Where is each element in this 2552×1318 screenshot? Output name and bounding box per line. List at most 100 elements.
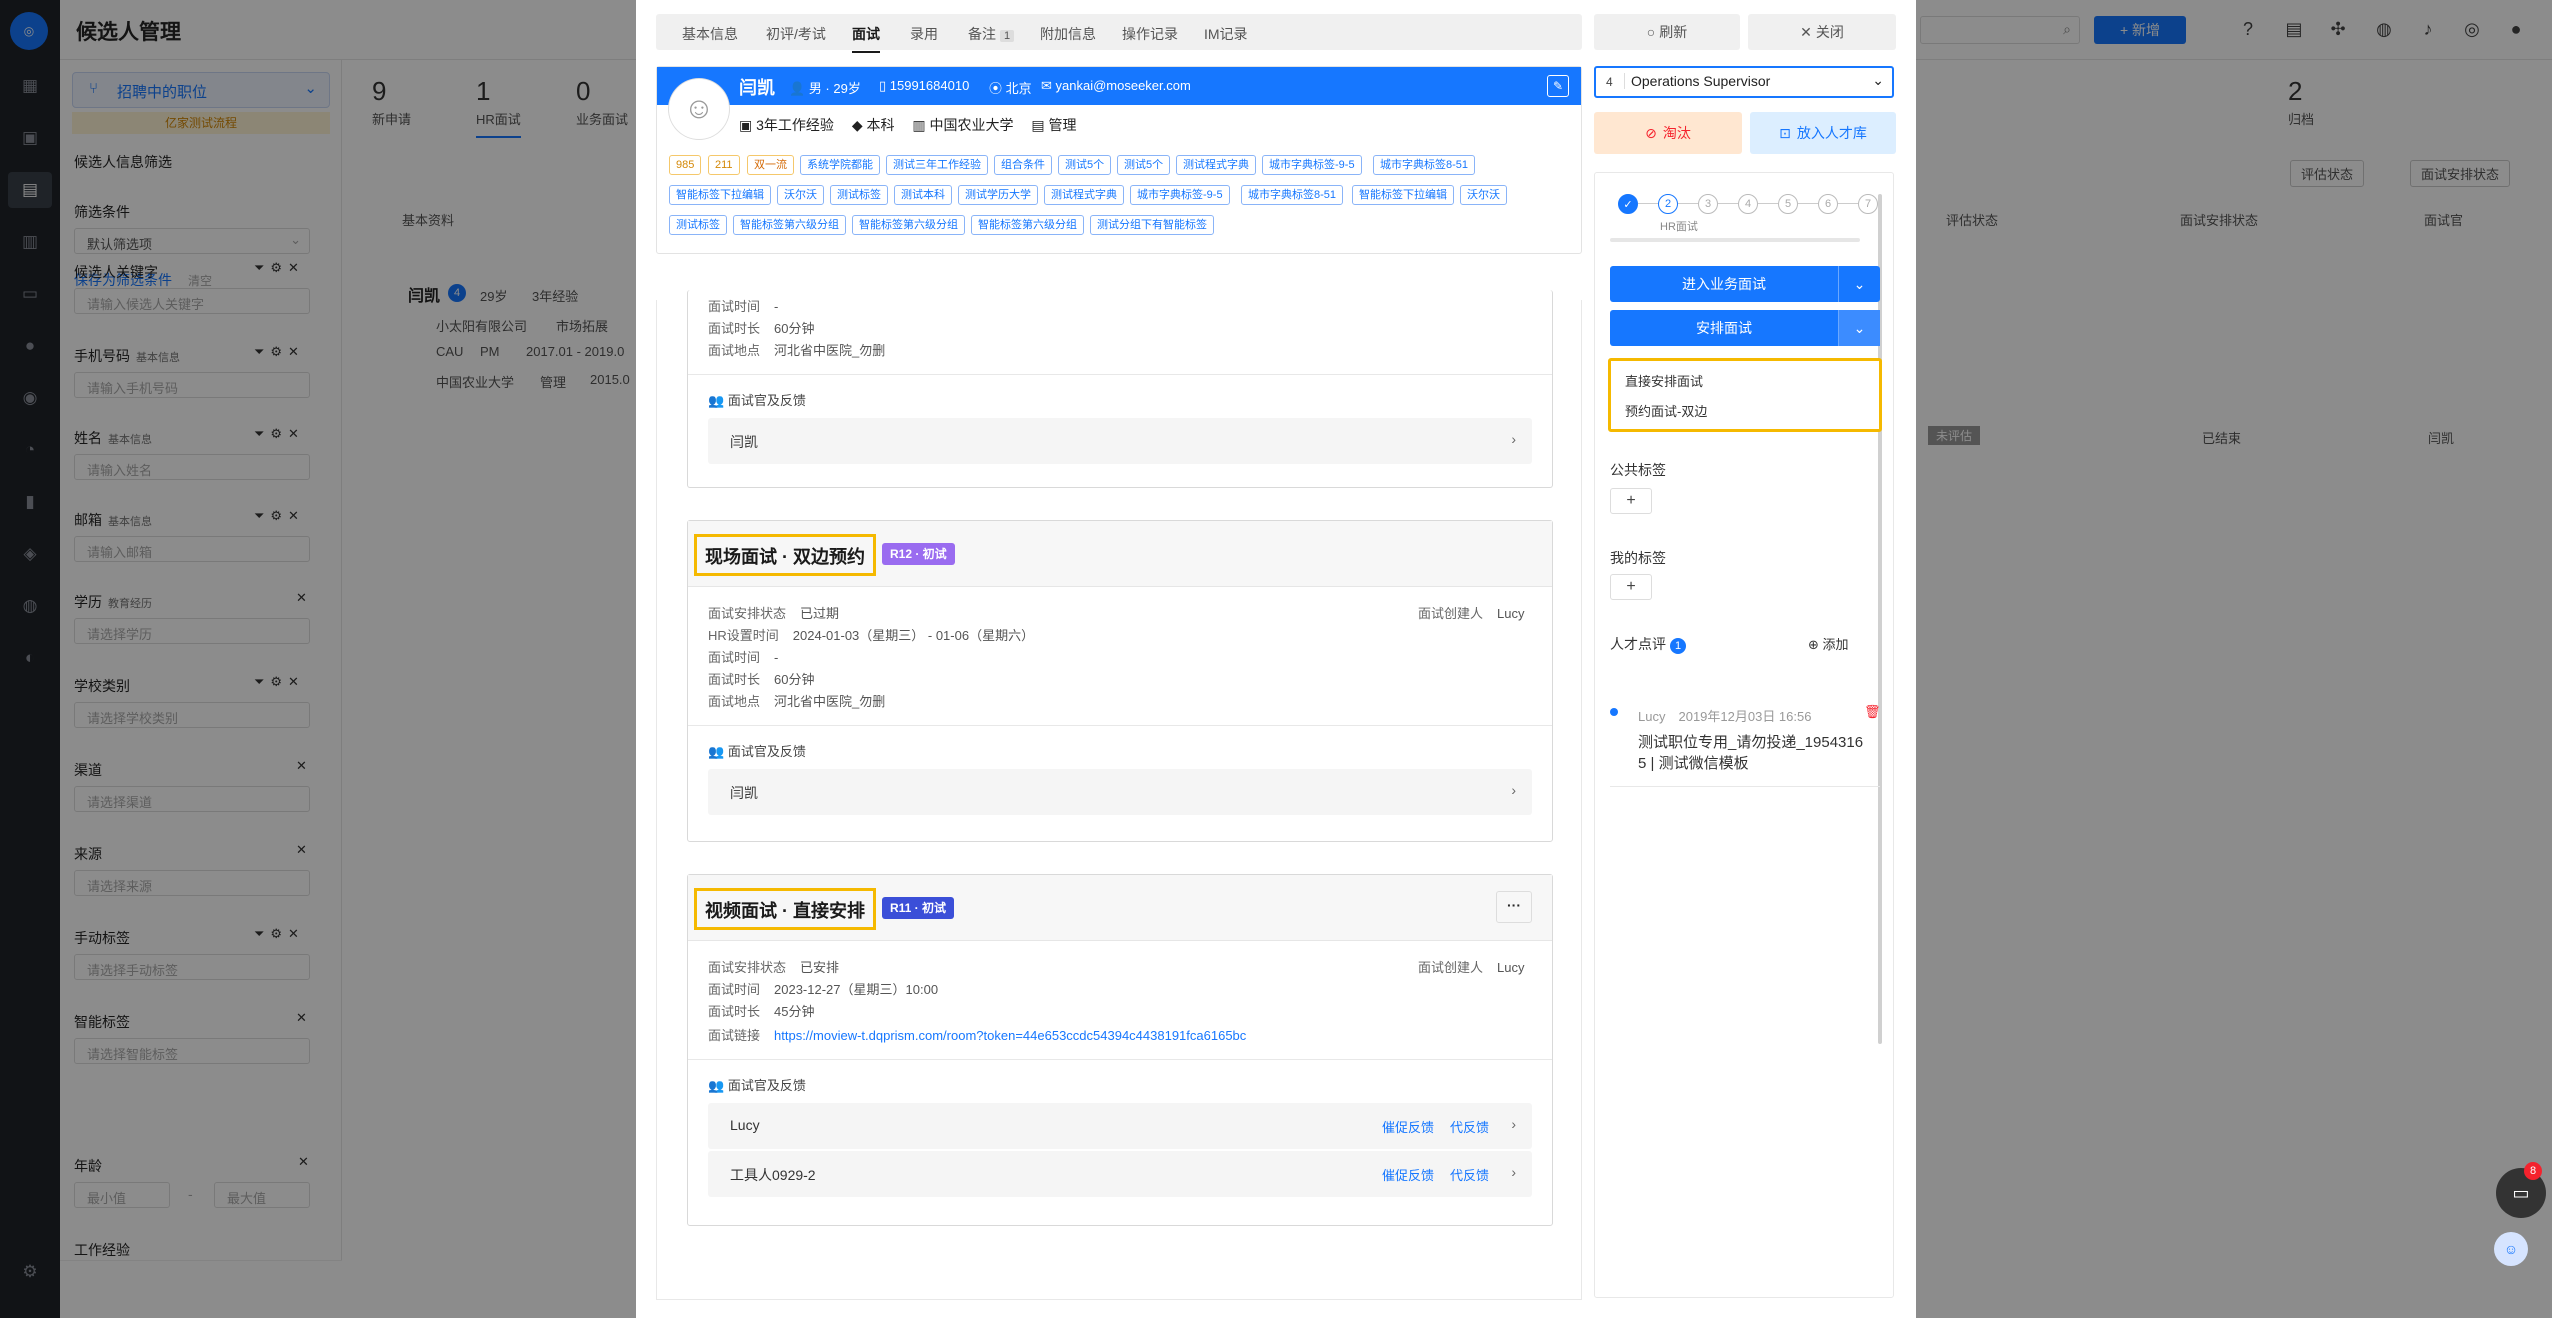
- menu-bilateral-booking[interactable]: 预约面试-双边: [1625, 401, 1707, 420]
- kv-value: 60分钟: [774, 672, 815, 687]
- tab-screening[interactable]: 初评/考试: [766, 24, 826, 44]
- chevron-down-icon[interactable]: ⌄: [1838, 266, 1880, 302]
- job-dropdown[interactable]: 4 Operations Supervisor ⌄: [1594, 66, 1894, 98]
- candidate-tag: 测试标签: [830, 185, 888, 205]
- feedback-title-text: 面试官及反馈: [727, 744, 806, 759]
- refresh-button[interactable]: ○ 刷新: [1594, 14, 1740, 50]
- step-current[interactable]: 2: [1658, 194, 1678, 214]
- candidate-tag: 智能标签第六级分组: [971, 215, 1084, 235]
- chevron-right-icon: ›: [1511, 431, 1516, 447]
- chevron-down-icon[interactable]: ⌄: [1838, 310, 1880, 346]
- feedback-name: Lucy: [730, 1117, 760, 1133]
- feedback-row[interactable]: Lucy 催促反馈 代反馈 ›: [708, 1103, 1532, 1149]
- more-options-icon[interactable]: ···: [1496, 891, 1532, 923]
- step[interactable]: 3: [1698, 194, 1718, 214]
- tab-notes[interactable]: 备注 1: [968, 24, 1015, 44]
- round-badge: R12 · 初试: [882, 543, 955, 565]
- tab-im-log[interactable]: IM记录: [1204, 24, 1248, 44]
- enter-business-interview-button[interactable]: 进入业务面试 ⌄: [1610, 266, 1880, 302]
- step-connector: [1758, 203, 1778, 204]
- arrange-dropdown-menu: 直接安排面试 预约面试-双边: [1608, 358, 1882, 432]
- creator: 面试创建人 Lucy: [1418, 603, 1524, 622]
- interview-link-url[interactable]: https://moview-t.dqprism.com/room?token=…: [774, 1028, 1246, 1043]
- candidate-tag: 沃尔沃: [777, 185, 824, 205]
- city-text: 北京: [1005, 81, 1032, 96]
- feedback-title: 👥 面试官及反馈: [708, 741, 806, 760]
- current-step-label: HR面试: [1660, 221, 1698, 233]
- feedback-title-text: 面试官及反馈: [727, 1078, 806, 1093]
- step[interactable]: 4: [1738, 194, 1758, 214]
- kv-label: 面试时长: [708, 672, 761, 687]
- interview-duration: 面试时长 60分钟: [708, 669, 814, 688]
- talent-pool-button[interactable]: ⊡ 放入人才库: [1750, 112, 1896, 154]
- add-review-button[interactable]: ⊕ 添加: [1808, 634, 1849, 653]
- kv-value: 2024-01-03（星期三） - 01-06（星期六）: [792, 628, 1035, 643]
- proxy-feedback-link[interactable]: 代反馈: [1450, 1165, 1489, 1184]
- candidate-summary: ▣ 3年工作经验 ◆ 本科 ▥ 中国农业大学 ▤ 管理: [739, 115, 1077, 135]
- tab-interview[interactable]: 面试: [852, 24, 880, 53]
- talent-pool-label: 放入人才库: [1796, 125, 1867, 141]
- edit-icon[interactable]: ✎: [1547, 75, 1569, 97]
- close-button[interactable]: ✕ 关闭: [1748, 14, 1896, 50]
- stage-progress-track[interactable]: [1610, 238, 1860, 242]
- proxy-feedback-link[interactable]: 代反馈: [1450, 1117, 1489, 1136]
- delete-icon[interactable]: 🗑: [1864, 704, 1881, 720]
- tab-basic-info[interactable]: 基本信息: [682, 24, 738, 44]
- my-tags-label: 我的标签: [1610, 550, 1666, 566]
- drawer-tabs: 基本信息 初评/考试 面试 录用 备注 1 附加信息 操作记录 IM记录: [656, 14, 1582, 53]
- candidate-tag: 智能标签下拉编辑: [1352, 185, 1454, 205]
- interview-duration: 面试时长 45分钟: [708, 1001, 814, 1020]
- kv-value: 已过期: [800, 606, 840, 621]
- tab-offer[interactable]: 录用: [910, 24, 938, 44]
- comment-meta: Lucy 2019年12月03日 16:56: [1638, 706, 1811, 725]
- feedback-title: 👥 面试官及反馈: [708, 1075, 806, 1094]
- arrange-btn-label: 安排面试: [1696, 320, 1752, 336]
- creator: 面试创建人 Lucy: [1418, 957, 1524, 976]
- job-name: Operations Supervisor: [1624, 73, 1771, 89]
- step[interactable]: 6: [1818, 194, 1838, 214]
- job-count: 4: [1606, 75, 1613, 89]
- users-icon: 👥: [708, 1078, 728, 1093]
- menu-direct-arrange[interactable]: 直接安排面试: [1625, 371, 1703, 390]
- public-tags-label: 公共标签: [1610, 462, 1666, 478]
- interview-link: 面试链接 https://moview-t.dqprism.com/room?to…: [708, 1025, 1246, 1044]
- arrange-interview-button[interactable]: 安排面试 ⌄: [1610, 310, 1880, 346]
- add-public-tag-button[interactable]: +: [1610, 488, 1652, 514]
- urge-feedback-link[interactable]: 催促反馈: [1382, 1165, 1434, 1184]
- interview-card-onsite: 现场面试 · 双边预约 R12 · 初试 面试安排状态 已过期 面试创建人 Lucy…: [687, 520, 1553, 842]
- plus-circle-icon: ⊕: [1808, 637, 1823, 652]
- feedback-divider: [688, 374, 1552, 375]
- step[interactable]: 5: [1778, 194, 1798, 214]
- add-review-label: 添加: [1822, 637, 1849, 652]
- candidate-tag: 智能标签下拉编辑: [669, 185, 771, 205]
- add-my-tag-button[interactable]: +: [1610, 574, 1652, 600]
- review-count-badge: 1: [1670, 638, 1686, 654]
- tab-additional-info[interactable]: 附加信息: [1040, 24, 1096, 44]
- step-done-icon: ✓: [1618, 194, 1638, 214]
- candidate-tag: 城市字典标签-9-5: [1262, 155, 1362, 175]
- email-text: yankai@moseeker.com: [1055, 78, 1191, 93]
- feedback-row[interactable]: 闫凯 ›: [708, 769, 1532, 815]
- step[interactable]: 7: [1858, 194, 1878, 214]
- feedback-title-text: 面试官及反馈: [727, 393, 806, 408]
- candidate-tag: 系统学院都能: [800, 155, 880, 175]
- kv-label: 面试安排状态: [708, 960, 787, 975]
- kv-value: Lucy: [1497, 606, 1525, 621]
- card-header: 视频面试 · 直接安排 R11 · 初试 ···: [688, 875, 1552, 941]
- feedback-name: 闫凯: [730, 434, 758, 450]
- interview-scroll-area[interactable]: 面试时间 - 面试时长 60分钟 面试地点 河北省中医院_勿删 👥 面试官及反馈 闫凯…: [656, 290, 1582, 1300]
- kv-label: 面试地点: [708, 343, 761, 358]
- assistant-bot-icon[interactable]: ☺: [2494, 1232, 2528, 1266]
- feedback-row[interactable]: 工具人0929-2 催促反馈 代反馈 ›: [708, 1151, 1532, 1197]
- kv-label: HR设置时间: [708, 628, 779, 643]
- tab-operation-log[interactable]: 操作记录: [1122, 24, 1178, 44]
- feedback-row[interactable]: 闫凯 ›: [708, 418, 1532, 464]
- urge-feedback-link[interactable]: 催促反馈: [1382, 1117, 1434, 1136]
- chevron-right-icon: ›: [1511, 782, 1516, 798]
- comment-text: 测试职位专用_请勿投递_19543165 | 测试微信模板: [1638, 734, 1864, 772]
- reject-button[interactable]: ⊘ 淘汰: [1594, 112, 1742, 154]
- major-text: 管理: [1048, 117, 1077, 133]
- refresh-icon: ○: [1646, 24, 1656, 40]
- tab-notes-label: 备注: [968, 26, 996, 42]
- feedback-divider: [688, 725, 1552, 726]
